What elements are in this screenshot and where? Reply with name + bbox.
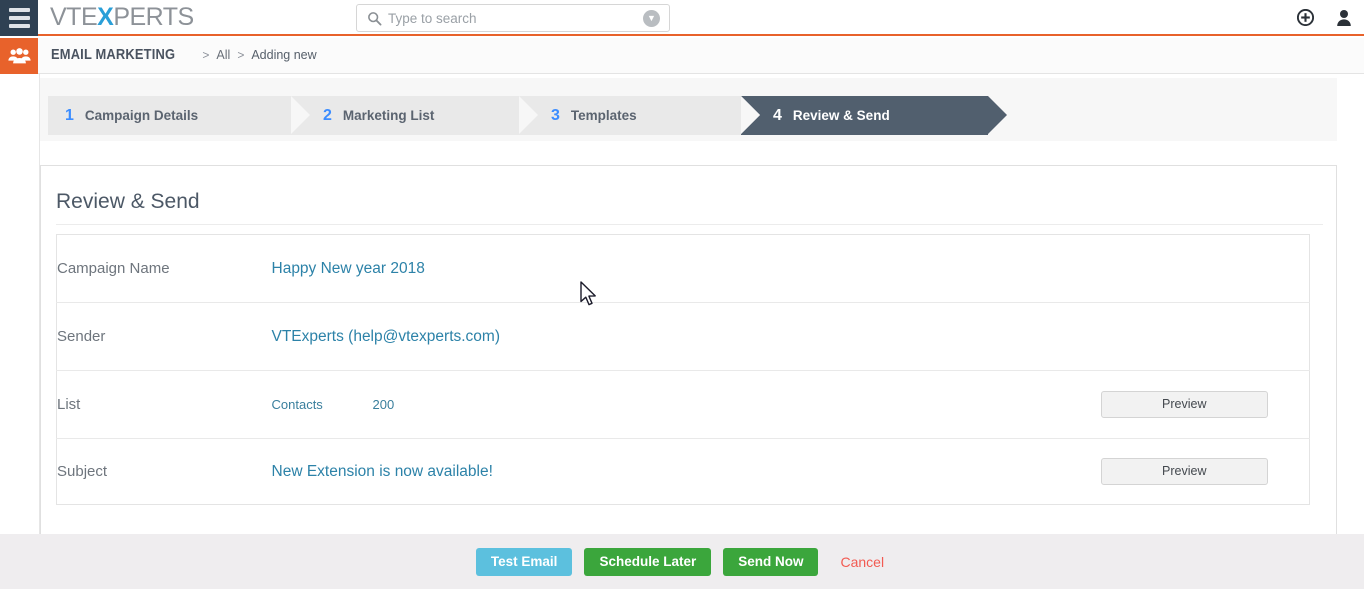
app-logo[interactable]: VTEXPERTS [50, 3, 194, 32]
breadcrumb-bar: EMAIL MARKETING > All > Adding new [0, 38, 1364, 74]
list-count: 200 [372, 397, 395, 412]
users-group-glyph [7, 47, 31, 63]
hamburger-icon[interactable] [0, 0, 38, 36]
row-value-sender: VTExperts (help@vtexperts.com) [271, 327, 501, 345]
search-input[interactable] [388, 5, 638, 31]
list-summary: Contacts 200 [272, 397, 1060, 412]
review-panel: Review & Send Campaign Name Happy New ye… [40, 165, 1337, 534]
test-email-button[interactable]: Test Email [475, 548, 573, 576]
send-now-button[interactable]: Send Now [723, 548, 819, 576]
breadcrumb-current: Adding new [251, 48, 317, 62]
breadcrumb-separator: > [202, 48, 210, 62]
table-row: Sender VTExperts (help@vtexperts.com) [56, 303, 1310, 371]
step-label: Marketing List [342, 108, 435, 123]
step-number: 2 [323, 106, 332, 124]
list-name: Contacts [271, 397, 323, 412]
row-value-list: Contacts 200 [272, 371, 1060, 439]
step-label: Templates [570, 108, 637, 123]
wizard-step-marketing-list[interactable]: 2 Marketing List [291, 96, 538, 135]
wizard-container: 1 Campaign Details 2 Marketing List 3 Te… [40, 78, 1337, 141]
row-label-sender: Sender [57, 328, 106, 345]
review-summary-table: Campaign Name Happy New year 2018 Sender… [56, 234, 1310, 505]
hamburger-line [8, 16, 30, 20]
hamburger-line [8, 24, 30, 28]
row-label-list: List [57, 396, 81, 413]
row-value-subject: New Extension is now available! [271, 462, 493, 480]
step-number: 3 [551, 106, 560, 124]
footer-bar: Test Email Schedule Later Send Now Cance… [0, 534, 1364, 589]
logo-text-x: X [97, 3, 114, 31]
global-search[interactable]: ▼ [356, 4, 670, 32]
search-icon [368, 12, 382, 26]
user-icon[interactable] [1336, 9, 1352, 26]
breadcrumb-separator: > [237, 48, 245, 62]
wizard-steps: 1 Campaign Details 2 Marketing List 3 Te… [48, 96, 1007, 135]
plus-circle-icon[interactable] [1297, 9, 1314, 26]
topbar-actions [1297, 9, 1352, 26]
row-label-campaign-name: Campaign Name [57, 260, 170, 277]
users-group-icon[interactable] [0, 38, 38, 74]
wizard-step-review-and-send[interactable]: 4 Review & Send [741, 96, 1007, 135]
footer-actions: Test Email Schedule Later Send Now Cance… [0, 548, 1364, 576]
preview-subject-button[interactable]: Preview [1100, 458, 1268, 485]
row-action-subject: Preview [1060, 439, 1310, 505]
table-row: Subject New Extension is now available! … [57, 439, 1310, 505]
table-row: Campaign Name Happy New year 2018 [56, 235, 1310, 303]
step-number: 4 [773, 106, 782, 124]
table-row: List Contacts 200 Preview [56, 371, 1310, 439]
row-value-campaign-name: Happy New year 2018 [271, 259, 425, 277]
logo-text-suffix: PERTS [113, 3, 194, 31]
top-navbar: VTEXPERTS ▼ [0, 0, 1364, 36]
row-action-campaign-name [1060, 235, 1310, 303]
row-label-subject: Subject [57, 463, 108, 480]
preview-list-button[interactable]: Preview [1100, 391, 1268, 418]
breadcrumb-module[interactable]: EMAIL MARKETING [51, 46, 175, 63]
logo-text-prefix: VTE [50, 3, 98, 31]
page-title: Review & Send [56, 190, 200, 213]
schedule-later-button[interactable]: Schedule Later [584, 548, 712, 576]
row-action-list: Preview [1060, 371, 1310, 439]
wizard-step-templates[interactable]: 3 Templates [519, 96, 760, 135]
step-label: Review & Send [792, 108, 890, 123]
chevron-down-circle-icon[interactable]: ▼ [643, 10, 660, 27]
hamburger-line [8, 8, 30, 12]
step-number: 1 [65, 106, 74, 124]
step-label: Campaign Details [84, 108, 199, 123]
title-divider [56, 224, 1323, 225]
cancel-button[interactable]: Cancel [836, 548, 888, 576]
row-action-sender [1060, 303, 1310, 371]
wizard-step-campaign-details[interactable]: 1 Campaign Details [48, 96, 310, 135]
breadcrumb: EMAIL MARKETING > All > Adding new [51, 46, 317, 63]
breadcrumb-parent[interactable]: All [216, 48, 230, 62]
